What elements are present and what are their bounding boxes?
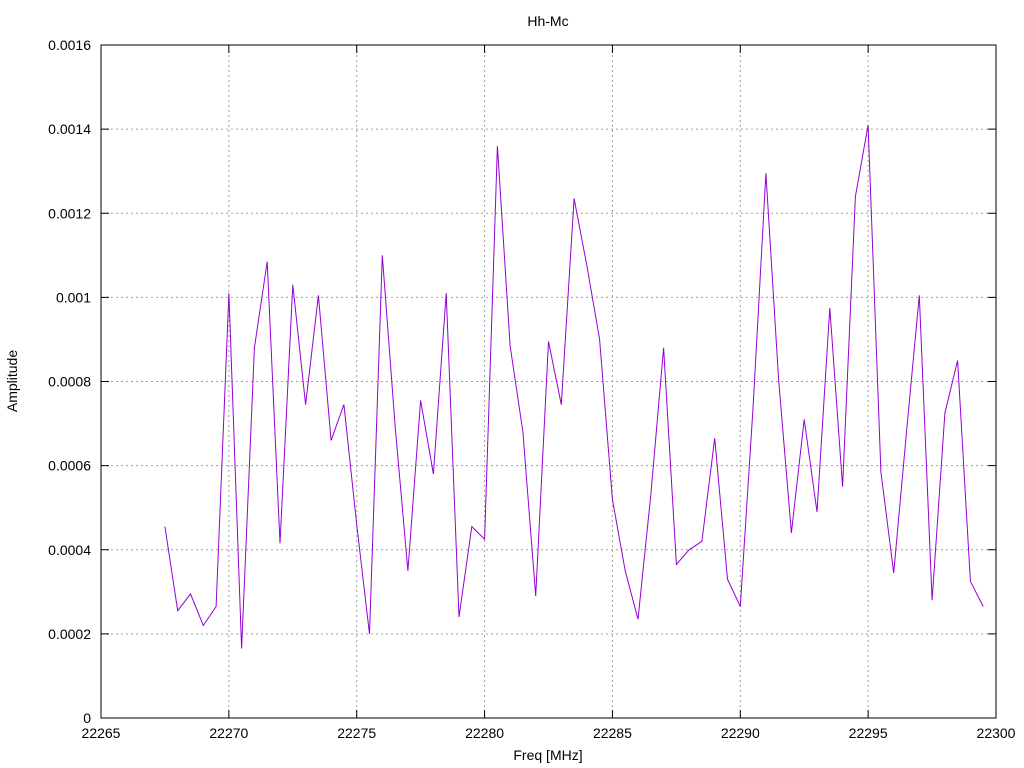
y-tick-label: 0.0002 bbox=[48, 626, 91, 642]
x-tick-label: 22285 bbox=[593, 725, 632, 741]
chart-title: Hh-Mc bbox=[527, 13, 568, 29]
y-tick-label: 0.0014 bbox=[48, 121, 91, 137]
x-tick-label: 22280 bbox=[465, 725, 504, 741]
chart-background bbox=[0, 0, 1024, 768]
chart: 22265 22270 22275 22280 22285 22290 22295 22300… bbox=[0, 0, 1024, 768]
y-tick-label: 0.0012 bbox=[48, 205, 91, 221]
y-axis-label: Amplitude bbox=[4, 350, 20, 412]
y-tick-label: 0.0008 bbox=[48, 374, 91, 390]
y-tick-label: 0.001 bbox=[56, 289, 91, 305]
y-tick-label: 0.0006 bbox=[48, 458, 91, 474]
x-axis-label: Freq [MHz] bbox=[513, 747, 582, 763]
y-tick-label: 0.0004 bbox=[48, 542, 91, 558]
x-tick-label: 22300 bbox=[977, 725, 1016, 741]
y-tick-label: 0.0016 bbox=[48, 37, 91, 53]
x-tick-label: 22265 bbox=[82, 725, 121, 741]
y-tick-label: 0 bbox=[83, 710, 91, 726]
x-tick-label: 22290 bbox=[721, 725, 760, 741]
x-tick-label: 22270 bbox=[209, 725, 248, 741]
x-tick-label: 22295 bbox=[849, 725, 888, 741]
x-tick-label: 22275 bbox=[337, 725, 376, 741]
